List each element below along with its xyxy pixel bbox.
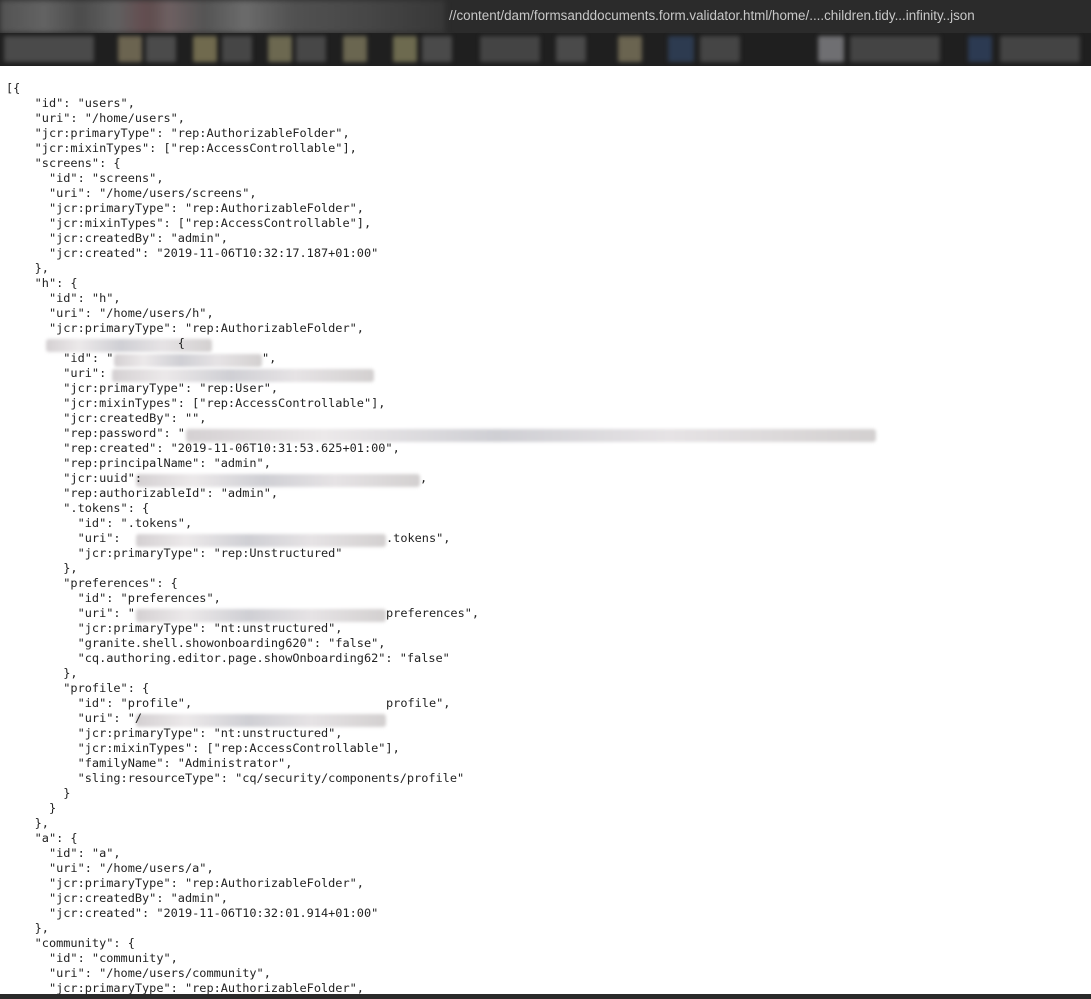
json-line: "jcr:createdBy": "admin", — [6, 891, 228, 905]
json-line: "jcr:uuid": — [6, 471, 143, 485]
bookmark-item[interactable] — [343, 36, 367, 62]
json-line: "id": " — [6, 351, 114, 365]
json-line: "jcr:primaryType": "rep:AuthorizableFold… — [6, 321, 364, 335]
json-line: "cq.authoring.editor.page.showOnboarding… — [6, 651, 450, 665]
bookmark-item[interactable] — [296, 36, 326, 62]
bookmark-item[interactable] — [118, 36, 142, 62]
json-line: "jcr:primaryType": "nt:unstructured", — [6, 621, 343, 635]
json-line: }, — [6, 816, 49, 830]
json-line-suffix: .tokens", — [386, 531, 451, 545]
json-line: "rep:password": " — [6, 426, 185, 440]
json-line: "sling:resourceType": "cq/security/compo… — [6, 771, 465, 785]
json-line: "jcr:mixinTypes": ["rep:AccessControllab… — [6, 741, 400, 755]
json-line: "id": "community", — [6, 951, 178, 965]
json-line: }, — [6, 666, 78, 680]
json-line: "a": { — [6, 831, 78, 845]
json-line-suffix: profile", — [386, 696, 451, 710]
bookmark-item[interactable] — [668, 36, 694, 62]
json-line: "uri": "/home/users/screens", — [6, 186, 257, 200]
json-line: "preferences": { — [6, 576, 178, 590]
json-line: }, — [6, 921, 49, 935]
json-line: "uri": "/home/users/h", — [6, 306, 214, 320]
bookmark-item[interactable] — [850, 36, 940, 62]
json-line: "jcr:createdBy": "admin", — [6, 231, 228, 245]
json-line: "profile": { — [6, 681, 150, 695]
bookmark-item[interactable] — [146, 36, 176, 62]
json-line: "jcr:primaryType": "rep:Unstructured" — [6, 546, 343, 560]
json-line: "jcr:primaryType": "rep:User", — [6, 381, 279, 395]
json-line: "rep:principalName": "admin", — [6, 456, 271, 470]
url-text[interactable]: //content/dam/formsanddocuments.form.val… — [449, 8, 975, 23]
bookmark-item[interactable] — [818, 36, 844, 62]
json-line: "jcr:mixinTypes": ["rep:AccessControllab… — [6, 396, 386, 410]
json-line: "jcr:primaryType": "rep:AuthorizableFold… — [6, 876, 364, 890]
json-line: "jcr:createdBy": "", — [6, 411, 207, 425]
json-line: "jcr:primaryType": "rep:AuthorizableFold… — [6, 126, 350, 140]
json-line: "jcr:primaryType": "rep:AuthorizableFold… — [6, 201, 364, 215]
json-line: "id": "screens", — [6, 171, 164, 185]
bookmark-item[interactable] — [968, 36, 992, 62]
json-line: "screens": { — [6, 156, 121, 170]
bookmark-item[interactable] — [268, 36, 292, 62]
json-line: } — [6, 786, 71, 800]
json-line: }, — [6, 561, 78, 575]
bookmark-item[interactable] — [556, 36, 586, 62]
json-line: "id": "users", — [6, 96, 135, 110]
blurred-tab-area — [0, 0, 445, 33]
bookmark-item[interactable] — [1000, 36, 1080, 62]
bookmark-item[interactable] — [193, 36, 217, 62]
json-line: [{ — [6, 81, 21, 95]
json-line: "jcr:mixinTypes": ["rep:AccessControllab… — [6, 141, 357, 155]
json-line: "uri": "/home/users/a", — [6, 861, 214, 875]
bookmarks-bar — [0, 33, 1091, 66]
json-line: "jcr:primaryType": "rep:AuthorizableFold… — [6, 981, 364, 994]
json-line: "id": "h", — [6, 291, 121, 305]
json-line-suffix: , — [420, 471, 428, 485]
bookmark-item[interactable] — [618, 36, 642, 62]
json-line: "community": { — [6, 936, 135, 950]
redacted-value — [114, 354, 262, 367]
json-line: "granite.shell.showonboarding620": "fals… — [6, 636, 386, 650]
json-line: "uri": — [6, 531, 121, 545]
json-line: "id": "profile", — [6, 696, 193, 710]
json-line: { — [6, 336, 185, 350]
bookmark-item[interactable] — [393, 36, 417, 62]
json-line: "familyName": "Administrator", — [6, 756, 293, 770]
json-line: "uri": "/home/users/community", — [6, 966, 271, 980]
json-line: "uri": "/home/users", — [6, 111, 185, 125]
json-line-suffix: ", — [262, 351, 277, 365]
json-line: "id": ".tokens", — [6, 516, 193, 530]
json-line-suffix: preferences", — [386, 606, 480, 620]
json-line: "uri": "/ — [6, 711, 143, 725]
address-bar[interactable]: //content/dam/formsanddocuments.form.val… — [0, 0, 1091, 33]
bookmark-item[interactable] — [480, 36, 540, 62]
json-viewer: [{ "id": "users", "uri": "/home/users", … — [0, 66, 1091, 994]
json-line: "jcr:created": "2019-11-06T10:32:17.187+… — [6, 246, 379, 260]
json-line: "id": "preferences", — [6, 591, 221, 605]
json-line: "h": { — [6, 276, 78, 290]
json-line: "id": "a", — [6, 846, 121, 860]
window-bottom-border — [0, 994, 1091, 999]
json-line: ".tokens": { — [6, 501, 150, 515]
bookmark-item[interactable] — [4, 36, 94, 62]
bookmark-item[interactable] — [222, 36, 252, 62]
json-line: "jcr:created": "2019-11-06T10:32:01.914+… — [6, 906, 379, 920]
json-line: "uri": " — [6, 606, 135, 620]
json-line: "uri": — [6, 366, 107, 380]
json-line: "jcr:primaryType": "nt:unstructured", — [6, 726, 343, 740]
json-line: "rep:created": "2019-11-06T10:31:53.625+… — [6, 441, 400, 455]
bookmark-item[interactable] — [422, 36, 452, 62]
bookmark-item[interactable] — [700, 36, 740, 62]
json-line: "jcr:mixinTypes": ["rep:AccessControllab… — [6, 216, 372, 230]
json-line: "rep:authorizableId": "admin", — [6, 486, 279, 500]
json-line: } — [6, 801, 57, 815]
json-line: }, — [6, 261, 49, 275]
